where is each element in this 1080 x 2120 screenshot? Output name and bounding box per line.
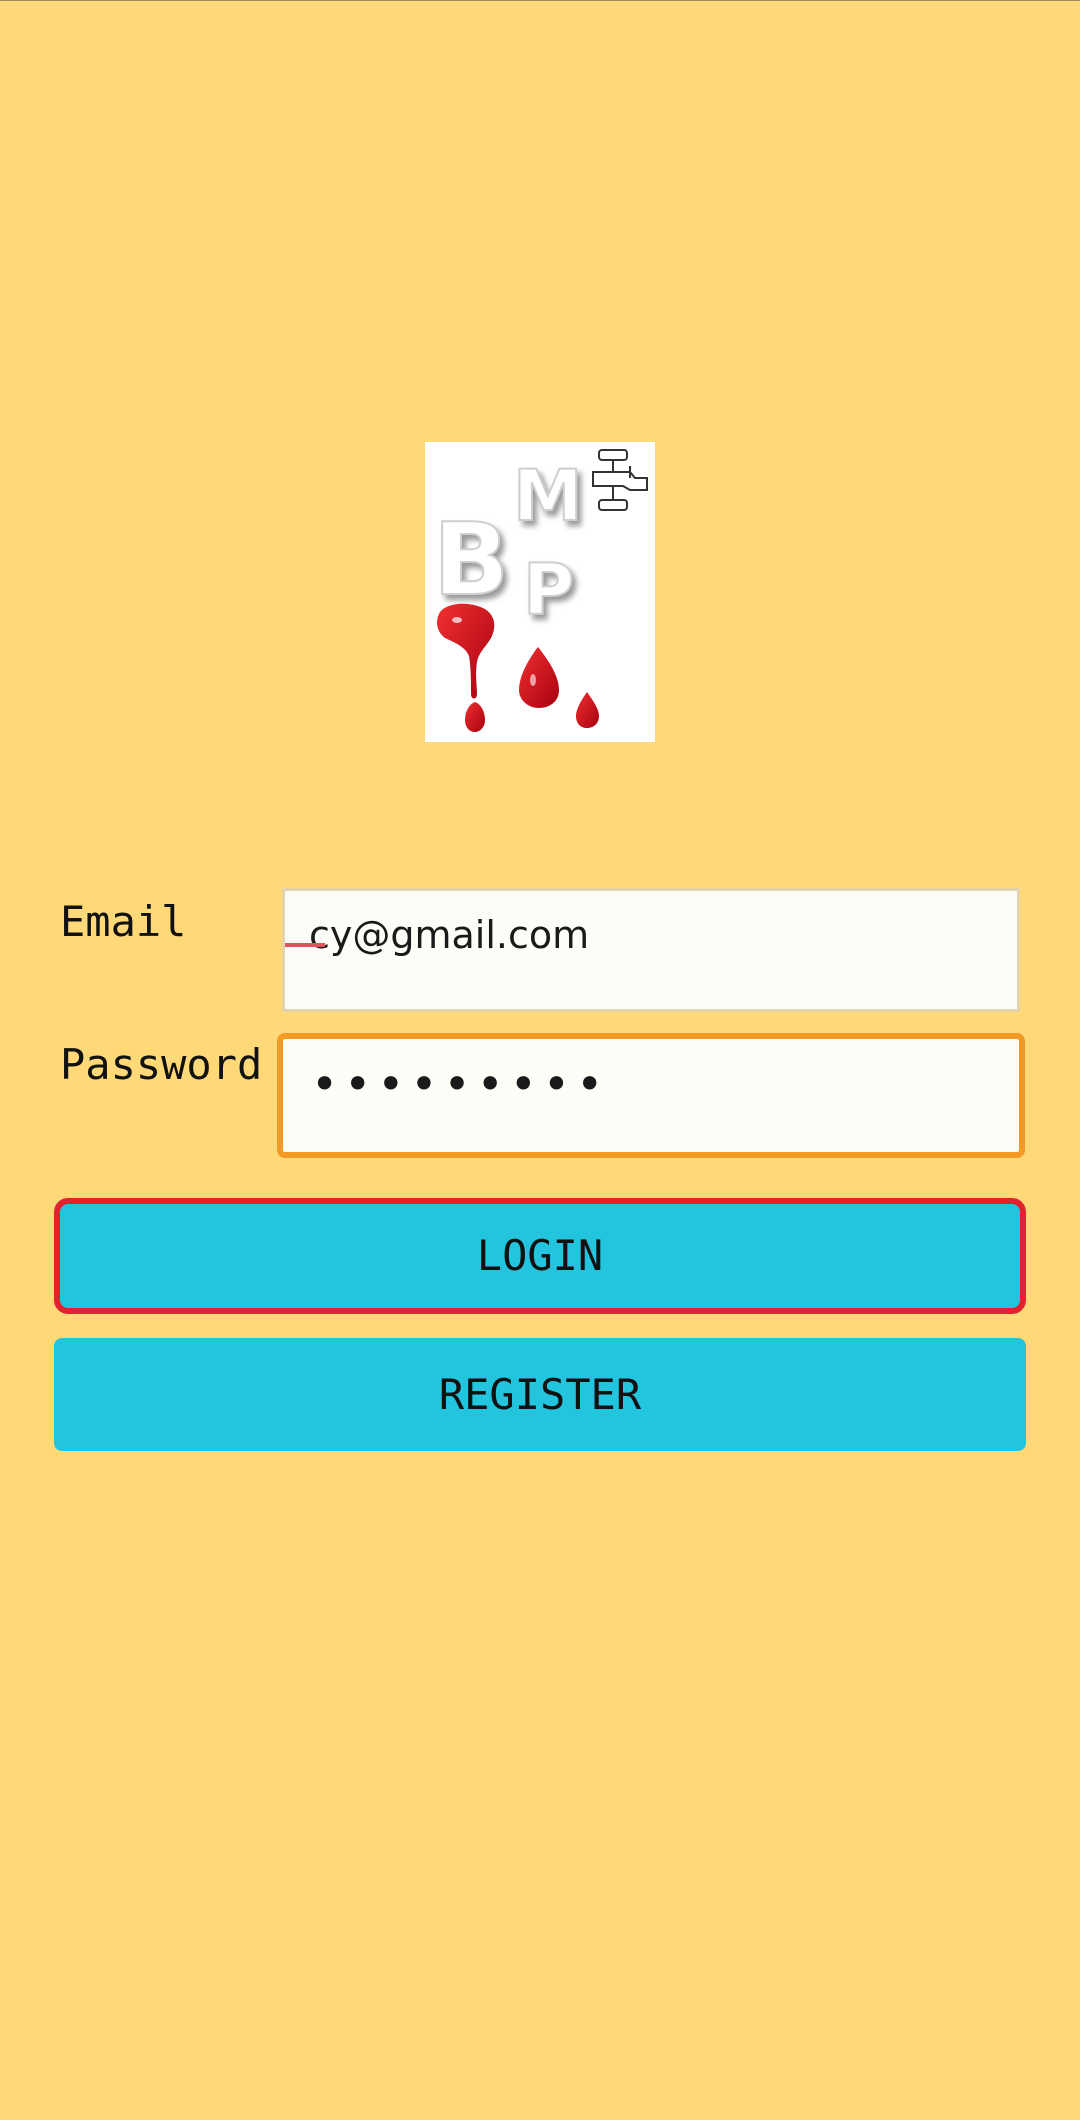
password-field[interactable]: •••••••••	[277, 1033, 1025, 1158]
password-label: Password	[60, 1040, 263, 1089]
app-logo: B M P	[425, 442, 655, 742]
email-field[interactable]: cy@gmail.com	[282, 888, 1020, 1012]
spellcheck-underline	[285, 943, 325, 947]
password-value: •••••••••	[311, 1057, 610, 1111]
top-edge	[0, 0, 1080, 1]
svg-text:P: P	[523, 549, 574, 631]
login-button[interactable]: LOGIN	[54, 1198, 1026, 1314]
svg-text:B: B	[433, 501, 509, 618]
email-value: cy@gmail.com	[309, 913, 590, 957]
register-button[interactable]: REGISTER	[54, 1338, 1026, 1451]
svg-text:M: M	[513, 455, 583, 537]
email-label: Email	[60, 897, 187, 946]
